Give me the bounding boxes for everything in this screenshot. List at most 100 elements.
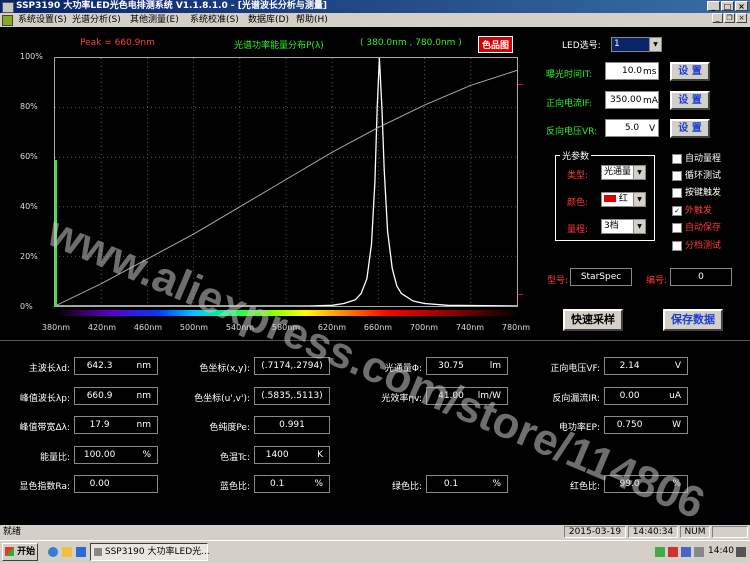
exposure-unit: ms <box>643 67 657 77</box>
exposure-label: 曝光时间IT: <box>546 70 593 80</box>
dominant-wavelength-label: 主波长λd: <box>28 364 70 374</box>
peak-wavelength-value: 660.9 nm <box>74 387 158 405</box>
chart-title: 光谱功率能量分布P(λ) <box>234 41 324 51</box>
forward-voltage-label: 正向电压VF: <box>550 364 600 374</box>
chromaticity-button[interactable]: 色品图 <box>478 36 514 53</box>
security-icon[interactable] <box>668 547 678 557</box>
current-set-button[interactable]: 设 置 <box>670 91 710 110</box>
save-data-button[interactable]: 保存数据 <box>663 309 723 331</box>
x-tick-660: 660nm <box>363 323 393 332</box>
x-tick-420: 420nm <box>87 323 117 332</box>
volume-icon[interactable] <box>681 547 691 557</box>
checkmark-icon: ✓ <box>672 205 682 216</box>
x-tick-780: 780nm <box>501 323 531 332</box>
led-select[interactable]: 1 ▼ <box>611 37 662 52</box>
app-window-icon <box>94 547 102 556</box>
mdi-close-button[interactable]: × <box>736 13 747 23</box>
led-select-value: 1 <box>614 39 620 49</box>
taskbar: 开始 SSP3190 大功率LED光... 14:40 <box>0 540 750 563</box>
start-button[interactable]: 开始 <box>2 543 38 561</box>
range-select-value: 3档 <box>604 221 619 231</box>
bin-test-label: 分档测试 <box>685 241 722 251</box>
led-select-label: LED选号: <box>562 41 601 51</box>
checkbox-icon <box>672 222 682 233</box>
bin-test-checkbox[interactable]: 分档测试 <box>672 238 721 251</box>
checkbox-icon <box>672 153 682 164</box>
chromaticity-uv-label: 色坐标(u',v'): <box>194 394 250 404</box>
color-temp-label: 色温Tc: <box>220 453 250 463</box>
title-bar[interactable]: SSP3190 大功率LED光色电排测系统 V1.1.8.1.0 - [光谱波长… <box>0 0 750 13</box>
color-select[interactable]: 红 ▼ <box>601 192 646 207</box>
blue-ratio-label: 蓝色比: <box>219 482 250 492</box>
peak-bandwidth-value: 17.9 nm <box>74 416 158 434</box>
menu-system-calibration[interactable]: 系统校准(S) <box>190 13 239 27</box>
energy-ratio-label: 能量比: <box>39 453 70 463</box>
range-select[interactable]: 3档 ▼ <box>601 219 646 234</box>
chevron-down-icon: ▼ <box>633 220 645 233</box>
quick-sample-button[interactable]: 快速采样 <box>563 309 623 331</box>
menu-other-measure[interactable]: 其他测量(E) <box>130 13 179 27</box>
auto-save-label: 自动保存 <box>685 223 722 233</box>
loop-test-label: 循环测试 <box>685 171 722 181</box>
close-button[interactable]: × <box>735 1 748 11</box>
status-num: NUM <box>680 526 710 538</box>
number-label: 编号: <box>646 276 668 286</box>
status-date: 2015-03-19 <box>564 526 626 538</box>
minimize-button[interactable]: _ <box>707 1 720 11</box>
peak-wavelength-label: 峰值波长λp: <box>19 394 70 404</box>
green-ratio-label: 绿色比: <box>391 482 422 492</box>
forward-voltage-value: 2.14 V <box>604 357 688 375</box>
taskbar-app-button[interactable]: SSP3190 大功率LED光... <box>90 543 210 561</box>
menu-spectrum-analysis[interactable]: 光谱分析(S) <box>72 13 121 27</box>
taskbar-app-label: SSP3190 大功率LED光... <box>104 547 210 557</box>
current-label: 正向电流IF: <box>546 99 593 109</box>
chromaticity-xy-label: 色坐标(x,y): <box>199 364 250 374</box>
dominant-wavelength-value: 642.3 nm <box>74 357 158 375</box>
model-field[interactable]: StarSpec <box>570 268 632 286</box>
media-icon[interactable] <box>76 547 86 557</box>
menu-help[interactable]: 帮助(H) <box>296 13 328 27</box>
number-field[interactable]: 0 <box>670 268 732 286</box>
checkbox-icon <box>672 187 682 198</box>
x-tick-700: 700nm <box>409 323 439 332</box>
range-marker-bottom <box>518 294 523 295</box>
start-label: 开始 <box>17 547 36 557</box>
external-trigger-checkbox[interactable]: ✓ 外触发 <box>672 203 712 216</box>
mdi-restore-button[interactable]: ❐ <box>724 13 735 23</box>
chevron-down-icon: ▼ <box>633 193 645 206</box>
exposure-set-button[interactable]: 设 置 <box>670 62 710 81</box>
system-tray-icon[interactable] <box>694 547 704 557</box>
auto-range-label: 自动量程 <box>685 154 722 164</box>
maximize-button[interactable]: □ <box>721 1 734 11</box>
auto-save-checkbox[interactable]: 自动保存 <box>672 220 721 233</box>
color-select-value: 红 <box>618 194 628 204</box>
menu-database[interactable]: 数据库(D) <box>248 13 289 27</box>
ie-icon[interactable] <box>48 547 58 557</box>
desktop-icon[interactable] <box>736 547 746 557</box>
menu-bar: 系统设置(S) 光谱分析(S) 其他测量(E) 系统校准(S) 数据库(D) 帮… <box>0 13 750 27</box>
color-swatch <box>604 195 616 202</box>
voltage-set-button[interactable]: 设 置 <box>670 119 710 138</box>
auto-range-checkbox[interactable]: 自动量程 <box>672 151 721 164</box>
checkbox-icon <box>672 240 682 251</box>
folder-icon[interactable] <box>62 547 72 557</box>
chevron-down-icon: ▼ <box>633 166 645 179</box>
menu-system-settings[interactable]: 系统设置(S) <box>18 13 67 27</box>
y-tick-80: 80% <box>20 102 38 111</box>
y-tick-60: 60% <box>20 152 38 161</box>
key-trigger-checkbox[interactable]: 按键触发 <box>672 185 721 198</box>
cri-value: 0.00 <box>74 475 158 493</box>
network-icon[interactable] <box>655 547 665 557</box>
current-unit: mA <box>643 96 658 106</box>
chevron-down-icon: ▼ <box>649 38 661 51</box>
checkbox-icon <box>672 170 682 181</box>
chart-range: ( 380.0nm , 780.0nm ) <box>360 38 462 48</box>
mdi-minimize-button[interactable]: _ <box>712 13 723 23</box>
type-select[interactable]: 光通量 ▼ <box>601 165 646 180</box>
window-title: SSP3190 大功率LED光色电排测系统 V1.1.8.1.0 - [光谱波长… <box>16 1 328 11</box>
color-label: 颜色: <box>567 198 589 208</box>
type-select-value: 光通量 <box>604 167 632 177</box>
status-extra <box>712 526 748 538</box>
loop-test-checkbox[interactable]: 循环测试 <box>672 168 721 181</box>
status-time: 14:40:34 <box>628 526 678 538</box>
